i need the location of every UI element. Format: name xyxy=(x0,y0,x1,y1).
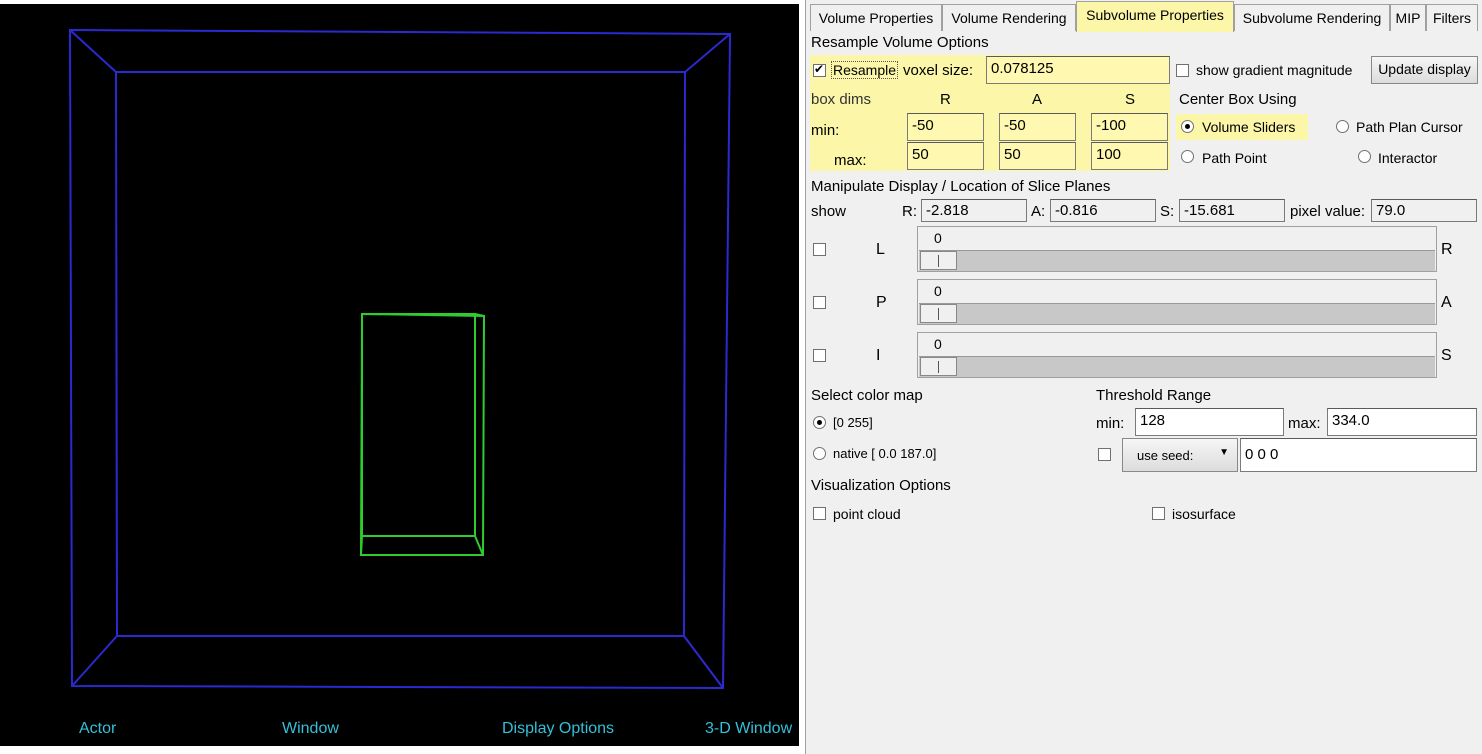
display-options-menu[interactable]: Display Options xyxy=(502,720,614,738)
tab-subvolume-rendering[interactable]: Subvolume Rendering xyxy=(1234,4,1390,31)
threshold-min-input[interactable]: 128 xyxy=(1135,408,1284,436)
colormap-0-255-label: [0 255] xyxy=(833,415,873,430)
threshold-max-label: max: xyxy=(1288,415,1321,432)
use-seed-dropdown[interactable]: use seed: ▼ xyxy=(1122,438,1238,472)
r-coord-value: -2.818 xyxy=(921,199,1027,222)
slice-is-checkbox[interactable] xyxy=(813,349,826,362)
show-gradient-checkbox[interactable] xyxy=(1176,64,1189,77)
box-dims-label: box dims xyxy=(811,91,872,108)
actor-menu[interactable]: Actor xyxy=(79,720,116,738)
resample-label[interactable]: Resample xyxy=(831,61,899,79)
colormap-title: Select color map xyxy=(811,387,923,404)
seed-value-input[interactable]: 0 0 0 xyxy=(1240,438,1477,472)
slice-lr-left-label: L xyxy=(876,241,885,258)
chevron-down-icon: ▼ xyxy=(1219,447,1229,458)
tab-mip[interactable]: MIP xyxy=(1390,4,1426,31)
center-interactor-radio[interactable] xyxy=(1358,150,1371,163)
min-r-input[interactable]: -50 xyxy=(907,113,984,141)
voxel-size-input[interactable]: 0.078125 xyxy=(986,56,1170,84)
tab-volume-properties[interactable]: Volume Properties xyxy=(810,4,942,31)
max-r-input[interactable]: 50 xyxy=(907,142,984,170)
threshold-max-input[interactable]: 334.0 xyxy=(1327,408,1477,436)
slice-lr-right-label: R xyxy=(1441,241,1453,258)
threshold-title: Threshold Range xyxy=(1096,387,1212,404)
resample-section-title: Resample Volume Options xyxy=(811,34,989,51)
tab-filters[interactable]: Filters xyxy=(1426,4,1478,31)
center-path-point-radio[interactable] xyxy=(1181,150,1194,163)
slice-is-right-label: S xyxy=(1441,347,1452,364)
volume-bounding-box xyxy=(68,28,732,690)
use-seed-label: use seed: xyxy=(1137,448,1194,463)
threshold-min-label: min: xyxy=(1096,415,1125,432)
slice-lr-value: 0 xyxy=(934,230,942,246)
slice-lr-checkbox[interactable] xyxy=(813,243,826,256)
pixel-value-field: 79.0 xyxy=(1371,199,1477,222)
slice-pa-left-label: P xyxy=(876,294,887,311)
slice-is-value: 0 xyxy=(934,336,942,352)
center-box-title: Center Box Using xyxy=(1179,91,1297,108)
a-coord-label: A: xyxy=(1031,203,1046,220)
col-a-header: A xyxy=(1032,91,1043,108)
voxel-size-label: voxel size: xyxy=(903,62,974,79)
window-menu[interactable]: Window xyxy=(282,720,339,738)
min-label: min: xyxy=(811,122,840,139)
min-a-input[interactable]: -50 xyxy=(999,113,1076,141)
show-label: show xyxy=(811,203,847,220)
center-volume-sliders-label: Volume Sliders xyxy=(1202,119,1296,135)
tab-subvolume-properties[interactable]: Subvolume Properties xyxy=(1076,1,1234,32)
colormap-native-radio[interactable] xyxy=(813,447,826,460)
properties-panel: Volume Properties Volume Rendering Subvo… xyxy=(805,0,1482,754)
slice-pa-right-label: A xyxy=(1441,294,1452,311)
colormap-native-label: native [ 0.0 187.0] xyxy=(833,446,937,461)
point-cloud-label: point cloud xyxy=(833,506,901,522)
slice-pa-checkbox[interactable] xyxy=(813,296,826,309)
use-seed-checkbox[interactable] xyxy=(1098,448,1111,461)
show-gradient-label: show gradient magnitude xyxy=(1196,62,1353,78)
slider-trough xyxy=(919,356,1435,377)
tab-volume-rendering[interactable]: Volume Rendering xyxy=(942,4,1076,31)
center-path-plan-radio[interactable] xyxy=(1336,120,1349,133)
max-s-input[interactable]: 100 xyxy=(1091,142,1168,170)
min-s-input[interactable]: -100 xyxy=(1091,113,1168,141)
point-cloud-checkbox[interactable] xyxy=(813,507,826,520)
colormap-0-255-radio[interactable] xyxy=(813,416,826,429)
resample-checkbox[interactable] xyxy=(813,62,826,77)
col-r-header: R xyxy=(940,91,951,108)
col-s-header: S xyxy=(1125,91,1136,108)
isosurface-checkbox[interactable] xyxy=(1152,507,1165,520)
slider-thumb[interactable] xyxy=(920,251,957,270)
slice-is-slider[interactable]: 0 xyxy=(917,332,1437,378)
3d-scene xyxy=(68,28,732,690)
a-coord-value: -0.816 xyxy=(1050,199,1156,222)
update-display-button[interactable]: Update display xyxy=(1371,56,1478,84)
isosurface-label: isosurface xyxy=(1172,506,1236,522)
slice-is-left-label: I xyxy=(876,347,881,364)
subvolume-box xyxy=(359,312,486,556)
max-label: max: xyxy=(834,152,867,169)
3d-viewport[interactable] xyxy=(0,4,799,710)
pixel-value-label: pixel value: xyxy=(1290,203,1366,220)
slice-lr-slider[interactable]: 0 xyxy=(917,226,1437,272)
slider-trough xyxy=(919,303,1435,324)
slice-pa-value: 0 xyxy=(934,283,942,299)
s-coord-value: -15.681 xyxy=(1179,199,1285,222)
max-a-input[interactable]: 50 xyxy=(999,142,1076,170)
3d-window-menu[interactable]: 3-D Window xyxy=(705,720,792,738)
s-coord-label: S: xyxy=(1160,203,1175,220)
slider-thumb[interactable] xyxy=(920,304,957,323)
center-volume-sliders-radio[interactable] xyxy=(1181,120,1194,133)
slice-pa-slider[interactable]: 0 xyxy=(917,279,1437,325)
center-path-point-label: Path Point xyxy=(1202,150,1267,166)
center-path-plan-label: Path Plan Cursor xyxy=(1356,119,1463,135)
viewer-bottom-bar: Actor Window Display Options 3-D Window xyxy=(0,710,799,746)
slider-trough xyxy=(919,250,1435,271)
r-coord-label: R: xyxy=(902,203,917,220)
slider-thumb[interactable] xyxy=(920,357,957,376)
center-interactor-label: Interactor xyxy=(1378,150,1438,166)
manipulate-section-title: Manipulate Display / Location of Slice P… xyxy=(811,178,1111,195)
visualization-title: Visualization Options xyxy=(811,477,951,494)
